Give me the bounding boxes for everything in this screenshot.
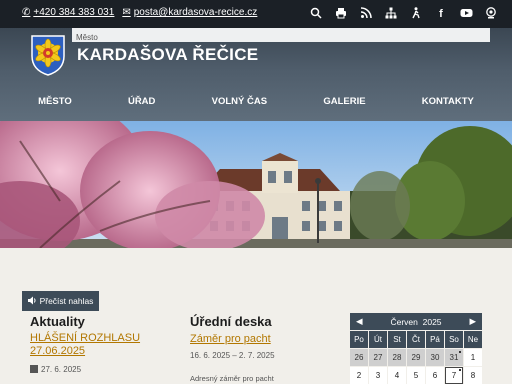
weekday-label: Pá — [426, 331, 444, 348]
search-icon[interactable] — [309, 7, 323, 21]
webcam-icon[interactable] — [484, 7, 498, 21]
accessibility-icon[interactable] — [409, 7, 423, 21]
site-header: Město KARDAŠOVA ŘEČICE MĚSTO ÚŘAD VOLNÝ … — [0, 28, 512, 121]
calendar-day[interactable]: 1 — [464, 349, 482, 366]
calendar-day[interactable]: 5 — [407, 367, 425, 384]
phone-text: +420 384 383 031 — [33, 7, 115, 18]
nav-mesto[interactable]: MĚSTO — [38, 96, 72, 107]
site-title[interactable]: KARDAŠOVA ŘEČICE — [77, 45, 258, 65]
calendar-day[interactable]: 26 — [350, 349, 368, 366]
email-text: posta@kardasova-recice.cz — [133, 7, 258, 18]
weekday-label: Ne — [464, 331, 482, 348]
news-item-date: 27. 6. 2025 — [30, 365, 81, 374]
nav-kontakty[interactable]: KONTAKTY — [422, 96, 474, 107]
phone-link[interactable]: ✆ +420 384 383 031 — [22, 7, 114, 18]
youtube-icon[interactable] — [459, 7, 473, 21]
news-heading: Aktuality — [30, 314, 85, 329]
next-month-icon[interactable]: ▶ — [469, 316, 476, 327]
weekday-label: Po — [350, 331, 368, 348]
calendar-day[interactable]: 28 — [388, 349, 406, 366]
calendar-year: 2025 — [422, 316, 442, 327]
nav-urad[interactable]: ÚŘAD — [128, 96, 155, 107]
weekday-label: So — [445, 331, 463, 348]
news-date-text: 27. 6. 2025 — [41, 365, 82, 374]
phone-icon: ✆ — [22, 7, 31, 18]
read-aloud-button[interactable]: Přečíst nahlas — [22, 291, 99, 311]
calendar-month: Červen — [390, 316, 418, 327]
email-link[interactable]: ✉ posta@kardasova-recice.cz — [122, 7, 257, 18]
calendar-header: ◀ Červen 2025 ▶ — [350, 313, 482, 330]
calendar-day-today[interactable]: 7 — [445, 367, 463, 384]
nav-volny-cas[interactable]: VOLNÝ ČAS — [212, 96, 267, 107]
calendar-day[interactable]: 30 — [426, 349, 444, 366]
weekday-label: St — [388, 331, 406, 348]
nav-galerie[interactable]: GALERIE — [323, 96, 365, 107]
calendar-month-label: Červen 2025 — [390, 317, 441, 327]
news-item-link[interactable]: HLÁŠENÍ ROZHLASU 27.06.2025 — [30, 332, 150, 358]
board-heading: Úřední deska — [190, 314, 272, 329]
calendar-day[interactable]: 6 — [426, 367, 444, 384]
calendar-day[interactable]: 8 — [464, 367, 482, 384]
board-item-link[interactable]: Záměr pro pacht — [190, 333, 271, 346]
read-aloud-label: Přečíst nahlas — [39, 296, 94, 306]
calendar-day[interactable]: 4 — [388, 367, 406, 384]
calendar-day[interactable]: 2 — [350, 367, 368, 384]
main-nav: MĚSTO ÚŘAD VOLNÝ ČAS GALERIE KONTAKTY — [0, 96, 512, 107]
facebook-icon[interactable]: f — [434, 7, 448, 21]
board-item-dates: 16. 6. 2025 – 2. 7. 2025 — [190, 351, 275, 360]
header-strip — [72, 28, 490, 42]
coat-of-arms-logo[interactable] — [30, 34, 66, 76]
weekday-label: Čt — [407, 331, 425, 348]
calendar-icon — [30, 365, 38, 373]
header-label: Město — [76, 33, 98, 42]
mail-icon: ✉ — [122, 7, 131, 18]
rss-icon[interactable] — [359, 7, 373, 21]
calendar-day[interactable]: 29 — [407, 349, 425, 366]
print-icon[interactable] — [334, 7, 348, 21]
calendar-day[interactable]: 3 — [369, 367, 387, 384]
calendar-grid: Po Út St Čt Pá So Ne 26 27 28 29 30 31 1… — [350, 331, 482, 384]
top-bar: ✆ +420 384 383 031 ✉ posta@kardasova-recic… — [0, 0, 512, 28]
board-item-desc: Adresný záměr pro pacht — [190, 374, 274, 383]
event-calendar: ◀ Červen 2025 ▶ Po Út St Čt Pá So Ne 26 … — [350, 313, 482, 384]
calendar-day-event[interactable]: 31 — [445, 349, 463, 366]
prev-month-icon[interactable]: ◀ — [356, 316, 363, 327]
hero-image — [0, 121, 512, 248]
sitemap-icon[interactable] — [384, 7, 398, 21]
calendar-day[interactable]: 27 — [369, 349, 387, 366]
weekday-label: Út — [369, 331, 387, 348]
speaker-icon — [27, 296, 37, 307]
